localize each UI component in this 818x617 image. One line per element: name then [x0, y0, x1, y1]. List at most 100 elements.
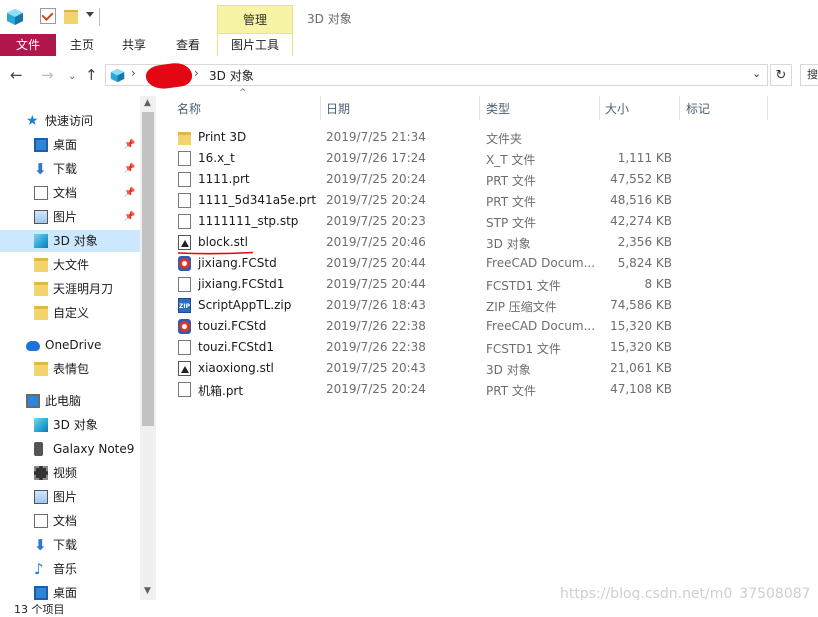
file-row[interactable]: ZIP ScriptAppTL.zip 2019/7/26 18:43 ZIP 压缩文…: [170, 295, 770, 316]
nav-item[interactable]: 图片 📌: [0, 206, 140, 228]
back-arrow-icon[interactable]: ←: [10, 64, 23, 86]
nav-item[interactable]: 自定义: [0, 302, 140, 324]
column-divider[interactable]: [320, 96, 321, 120]
file-type: PRT 文件: [486, 174, 536, 188]
tab-view[interactable]: 查看: [162, 34, 214, 56]
tab-share[interactable]: 共享: [110, 34, 158, 56]
scroll-down-icon[interactable]: ▼: [144, 586, 151, 596]
nav-item[interactable]: 视频: [0, 462, 140, 484]
address-dropdown-chevron-icon[interactable]: ⌄: [752, 67, 761, 80]
file-size: 42,274 KB: [610, 214, 672, 228]
nav-item-label: 文档: [53, 186, 78, 200]
forward-arrow-icon[interactable]: →: [41, 64, 54, 86]
column-divider[interactable]: [599, 96, 600, 120]
desktop-icon: [34, 138, 48, 152]
address-bar[interactable]: [105, 64, 768, 86]
nav-item[interactable]: 表情包: [0, 358, 140, 380]
column-divider[interactable]: [679, 96, 680, 120]
nav-item[interactable]: 天涯明月刀: [0, 278, 140, 300]
file-row[interactable]: jixiang.FCStd1 2019/7/25 20:44 FCSTD1 文件 8 …: [170, 274, 770, 295]
nav-item[interactable]: ★ 快速访问: [0, 110, 140, 132]
file-row[interactable]: touzi.FCStd1 2019/7/26 22:38 FCSTD1 文件 15,3…: [170, 337, 770, 358]
nav-item-label: 音乐: [53, 562, 78, 576]
file-row[interactable]: 1111.prt 2019/7/25 20:24 PRT 文件 47,552 KB: [170, 169, 770, 190]
file-date: 2019/7/25 20:44: [326, 256, 426, 270]
zip-icon: ZIP: [178, 298, 191, 313]
pin-icon[interactable]: 📌: [124, 158, 135, 180]
file-type: STP 文件: [486, 216, 536, 230]
quick-access-toolbar-dropdown-icon[interactable]: [86, 12, 94, 17]
nav-item[interactable]: 大文件: [0, 254, 140, 276]
nav-item[interactable]: Galaxy Note9: [0, 438, 140, 460]
column-header-type[interactable]: 类型: [486, 100, 510, 117]
refresh-icon[interactable]: ↻: [770, 64, 792, 86]
nav-item[interactable]: ♪ 音乐: [0, 558, 140, 580]
up-arrow-icon[interactable]: ↑: [85, 64, 98, 86]
nav-item[interactable]: 3D 对象: [0, 230, 140, 252]
column-header-date[interactable]: 日期: [326, 100, 350, 117]
document-icon: [34, 186, 48, 200]
nav-item-label: 下载: [53, 538, 78, 552]
file-row[interactable]: Print 3D 2019/7/25 21:34 文件夹: [170, 127, 770, 148]
file-row[interactable]: touzi.FCStd 2019/7/26 22:38 FreeCAD Docum.…: [170, 316, 770, 337]
computer-icon: [26, 394, 40, 408]
column-divider[interactable]: [479, 96, 480, 120]
nav-item[interactable]: ⬇ 下载 📌: [0, 158, 140, 180]
file-name: 机箱.prt: [198, 384, 244, 398]
nav-item-label: Galaxy Note9: [53, 442, 135, 456]
file-type: FCSTD1 文件: [486, 342, 561, 356]
nav-item-label: 天涯明月刀: [53, 282, 114, 296]
tab-picture-tools[interactable]: 图片工具: [217, 34, 293, 56]
column-header-name[interactable]: 名称: [177, 100, 201, 117]
nav-item[interactable]: 文档 📌: [0, 182, 140, 204]
nav-item[interactable]: 3D 对象: [0, 414, 140, 436]
nav-item[interactable]: 桌面: [0, 582, 140, 600]
nav-item[interactable]: 桌面 📌: [0, 134, 140, 156]
pin-icon[interactable]: 📌: [124, 134, 135, 156]
file-row[interactable]: block.stl 2019/7/25 20:46 3D 对象 2,356 KB: [170, 232, 770, 253]
red-underline-annotation: [177, 251, 254, 255]
file-date: 2019/7/25 20:24: [326, 172, 426, 186]
nav-item[interactable]: ⬇ 下载: [0, 534, 140, 556]
manage-context-tab[interactable]: 管理: [217, 5, 293, 34]
file-row[interactable]: 机箱.prt 2019/7/25 20:24 PRT 文件 47,108 KB: [170, 379, 770, 400]
file-row[interactable]: 1111111_stp.stp 2019/7/25 20:23 STP 文件 42,2…: [170, 211, 770, 232]
nav-item-label: 图片: [53, 490, 78, 504]
file-type: X_T 文件: [486, 153, 536, 167]
file-row[interactable]: 1111_5d341a5e.prt 2019/7/25 20:24 PRT 文件 48…: [170, 190, 770, 211]
tab-home[interactable]: 主页: [58, 34, 106, 56]
file-name: jixiang.FCStd: [198, 256, 277, 270]
breadcrumb-current[interactable]: 3D 对象: [209, 67, 254, 84]
file-date: 2019/7/26 18:43: [326, 298, 426, 312]
nav-item[interactable]: OneDrive: [0, 334, 140, 356]
file-size: 47,552 KB: [610, 172, 672, 186]
properties-icon[interactable]: [40, 8, 56, 24]
scroll-up-icon[interactable]: ▲: [144, 98, 151, 108]
file-row[interactable]: xiaoxiong.stl 2019/7/25 20:43 3D 对象 21,061 …: [170, 358, 770, 379]
file-row[interactable]: jixiang.FCStd 2019/7/25 20:44 FreeCAD Docu…: [170, 253, 770, 274]
pin-icon[interactable]: 📌: [124, 206, 135, 228]
freecad-icon: [178, 319, 191, 334]
new-folder-icon[interactable]: [64, 10, 78, 24]
file-name: Print 3D: [198, 130, 247, 144]
file-date: 2019/7/25 20:24: [326, 382, 426, 396]
breadcrumb-chevron-icon[interactable]: ›: [194, 66, 199, 80]
column-divider[interactable]: [767, 96, 768, 120]
pin-icon[interactable]: 📌: [124, 182, 135, 204]
column-header-size[interactable]: 大小: [605, 100, 629, 117]
column-header-tags[interactable]: 标记: [686, 100, 710, 117]
recent-locations-chevron-icon[interactable]: ⌄: [68, 66, 76, 88]
nav-item[interactable]: 图片: [0, 486, 140, 508]
file-name: 16.x_t: [198, 151, 235, 165]
file-row[interactable]: 16.x_t 2019/7/26 17:24 X_T 文件 1,111 KB: [170, 148, 770, 169]
navigation-scrollbar-thumb[interactable]: [142, 112, 154, 426]
search-box[interactable]: 搜: [800, 64, 818, 86]
file-icon: [178, 382, 191, 397]
download-icon: ⬇: [34, 160, 47, 178]
nav-item[interactable]: 文档: [0, 510, 140, 532]
file-type: 3D 对象: [486, 237, 531, 251]
nav-item[interactable]: 此电脑: [0, 390, 140, 412]
breadcrumb-chevron-icon[interactable]: ›: [131, 66, 136, 80]
tab-file[interactable]: 文件: [0, 34, 56, 56]
file-name: block.stl: [198, 235, 248, 249]
